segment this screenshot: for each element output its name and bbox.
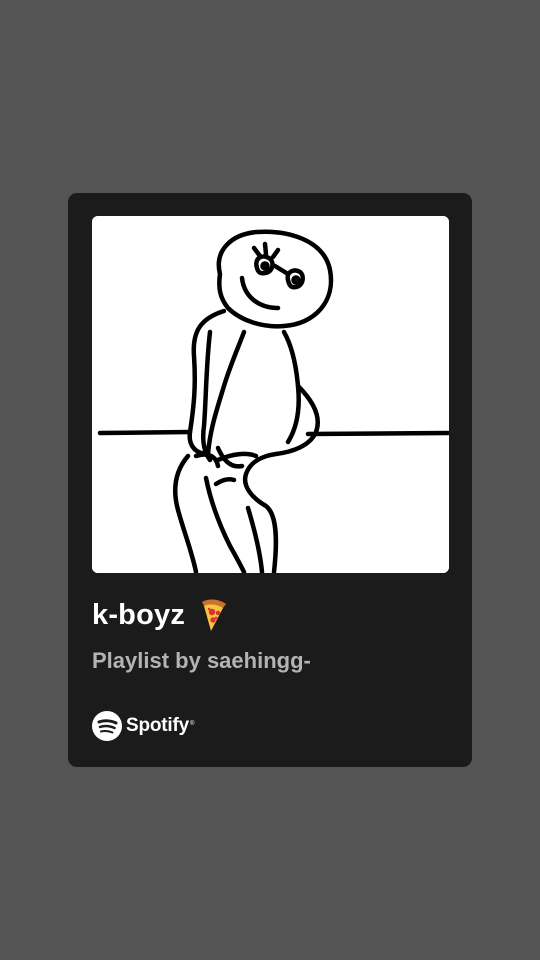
playlist-title-row: k-boyz: [92, 597, 229, 633]
playlist-cover-image: [92, 216, 449, 573]
playlist-owner-subtitle: Playlist by saehingg-: [92, 648, 311, 673]
spotify-wordmark: Spotify: [126, 715, 189, 736]
trademark-symbol: ®: [190, 721, 195, 727]
spotify-logo-icon: [92, 711, 122, 741]
spotify-branding[interactable]: Spotify ®: [92, 711, 194, 741]
playlist-share-card[interactable]: k-boyz Playlist by saehingg- Spotify ®: [68, 193, 472, 767]
playlist-title: k-boyz: [92, 598, 186, 631]
pizza-icon: [202, 599, 227, 631]
doodle-figure-sitting-icon: [92, 216, 449, 573]
